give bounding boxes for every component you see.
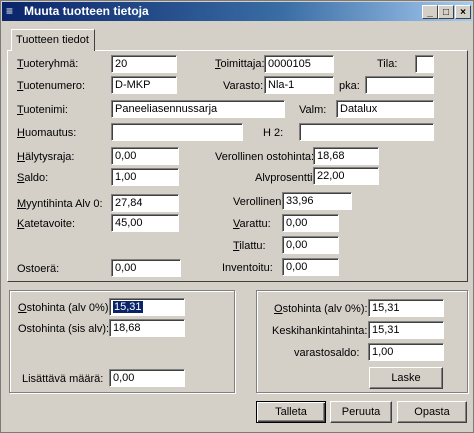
right-ostohinta-alv0-field[interactable]: 15,31 [368, 299, 444, 317]
tila-field[interactable] [415, 55, 434, 73]
close-button[interactable]: × [455, 5, 471, 19]
verollinen-field[interactable]: 33,96 [282, 192, 352, 210]
halytysraja-field[interactable]: 0,00 [111, 147, 179, 165]
alvprosentti-field[interactable]: 22,00 [313, 167, 379, 185]
peruuta-button[interactable]: Peruuta [330, 401, 392, 423]
maximize-button[interactable]: □ [438, 5, 454, 19]
app-icon[interactable]: ≡ [6, 4, 20, 18]
saldo-label: Saldo: [17, 172, 49, 184]
tab-tuotteen-tiedot[interactable]: Tuotteen tiedot [11, 29, 95, 51]
title-bar[interactable]: ≡ Muuta tuotteen tietoja _ □ × [2, 2, 472, 21]
tuoteryhma-field[interactable]: 20 [111, 55, 177, 73]
tab-label: Tuotteen tiedot [16, 34, 89, 46]
inventoitu-field[interactable]: 0,00 [282, 258, 339, 276]
verollinen-ostohinta-label: Verollinen ostohinta: [215, 151, 315, 163]
selected-text: 15,31 [113, 301, 143, 313]
saldo-field[interactable]: 1,00 [111, 168, 179, 186]
window-title: Muuta tuotteen tietoja [24, 4, 149, 18]
inventoitu-label: Inventoitu: [222, 262, 273, 274]
left-ostohinta-sis-label: Ostohinta (sis alv): [18, 323, 110, 335]
varattu-field[interactable]: 0,00 [282, 214, 339, 232]
toimittaja-field[interactable]: 0000105 [264, 55, 334, 73]
lisattava-field[interactable]: 0,00 [109, 369, 185, 387]
opasta-button[interactable]: Opasta [397, 401, 467, 423]
varastosaldo-field[interactable]: 1,00 [368, 343, 444, 361]
myyntihinta-label: Myyntihinta Alv 0: [17, 198, 103, 210]
katetavoite-field[interactable]: 45,00 [111, 214, 179, 232]
tuotenumero-field[interactable]: D-MKP [111, 76, 177, 94]
right-ostohinta-alv0-label: Ostohinta (alv 0%): [274, 303, 368, 315]
left-ostohinta-sis-field[interactable]: 18,68 [109, 319, 185, 337]
ostoera-label: Ostoerä: [17, 263, 60, 275]
alvprosentti-label: Alvprosentti: [255, 172, 316, 184]
h2-label: H 2: [263, 127, 284, 139]
toimittaja-label: Toimittaja: [215, 58, 265, 70]
laske-button[interactable]: Laske [369, 367, 443, 389]
left-ostohinta-alv0-field[interactable]: 15,31 [109, 298, 185, 316]
varattu-label: Varattu: [233, 218, 271, 230]
ostoera-field[interactable]: 0,00 [111, 259, 181, 277]
tilattu-label: Tilattu: [233, 240, 266, 252]
talleta-button[interactable]: Talleta [256, 401, 326, 423]
varasto-label: Varasto: [223, 80, 264, 92]
lisattava-label: Lisättävä määrä: [22, 373, 104, 385]
verollinen-label: Verollinen: [233, 196, 285, 208]
tuotenimi-field[interactable]: Paneeliasennussarja [111, 100, 285, 118]
tuotenimi-label: Tuotenimi: [17, 104, 68, 116]
tila-label: Tila: [377, 58, 398, 70]
minimize-button[interactable]: _ [422, 5, 438, 19]
pka-field[interactable] [365, 76, 434, 94]
h2-field[interactable] [299, 123, 434, 141]
left-ostohinta-alv0-label: Ostohinta (alv 0%): [18, 302, 112, 314]
verollinen-ostohinta-field[interactable]: 18,68 [313, 147, 379, 165]
myyntihinta-field[interactable]: 27,84 [111, 194, 179, 212]
tilattu-field[interactable]: 0,00 [282, 236, 339, 254]
minimize-icon: _ [427, 7, 433, 18]
keskihankinta-label: Keskihankintahinta: [272, 325, 368, 337]
maximize-icon: □ [442, 7, 450, 18]
close-icon: × [460, 7, 466, 18]
halytysraja-label: Hälytysraja: [17, 151, 75, 163]
varastosaldo-label: varastosaldo: [294, 347, 360, 359]
huomautus-field[interactable] [111, 123, 243, 141]
varasto-field[interactable]: Nla-1 [264, 76, 334, 94]
tuotenumero-label: Tuotenumero: [17, 80, 86, 92]
pka-label: pka: [339, 80, 360, 92]
valm-field[interactable]: Datalux [336, 100, 434, 118]
huomautus-label: Huomautus: [17, 127, 77, 139]
tuoteryhma-label: Tuoteryhmä: [17, 58, 79, 70]
keskihankinta-field[interactable]: 15,31 [368, 321, 444, 339]
valm-label: Valm: [299, 104, 327, 116]
katetavoite-label: Katetavoite: [17, 218, 76, 230]
dialog-window: ≡ Muuta tuotteen tietoja _ □ × Tuotteen … [0, 0, 474, 433]
